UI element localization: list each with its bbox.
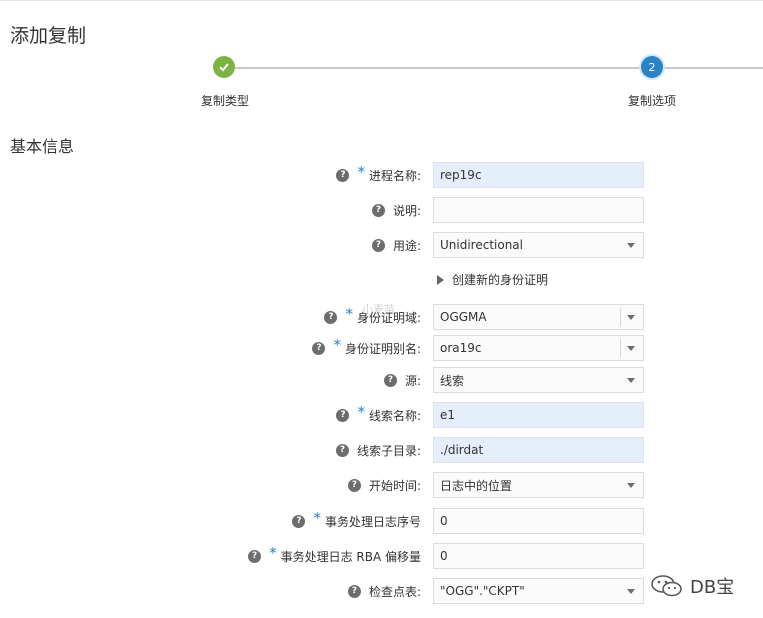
create-credential-label: 创建新的身份证明 — [452, 273, 549, 287]
required-icon: * — [333, 336, 341, 354]
train-connector-next — [663, 67, 763, 69]
credential-alias-value: ora19c — [440, 341, 482, 355]
step-1-done-check-icon[interactable] — [213, 56, 235, 78]
required-icon: * — [357, 163, 365, 181]
page-title: 添加复制 — [10, 25, 87, 47]
process-name-input[interactable]: rep19c — [433, 162, 644, 188]
source-value: 线索 — [440, 373, 465, 388]
row-description: ? 说明: — [0, 197, 763, 223]
credential-domain-label: 身份证明域: — [356, 310, 421, 325]
checkpoint-table-label: 检查点表: — [368, 584, 421, 599]
source-select[interactable]: 线索 — [433, 367, 644, 393]
trail-subdir-label: 线索子目录: — [356, 443, 421, 458]
help-icon[interactable]: ? — [336, 408, 350, 422]
row-checkpoint-table: ? 检查点表: "OGG"."CKPT" — [0, 578, 763, 604]
section-title: 基本信息 — [10, 137, 75, 156]
row-trail-name: ? * 线索名称: e1 — [0, 402, 763, 428]
start-time-select[interactable]: 日志中的位置 — [433, 472, 644, 498]
help-icon[interactable]: ? — [292, 514, 306, 528]
checkpoint-table-select[interactable]: "OGG"."CKPT" — [433, 578, 644, 604]
credential-alias-combobox[interactable]: ora19c — [433, 335, 644, 361]
start-time-value: 日志中的位置 — [440, 478, 513, 493]
chevron-down-icon — [627, 483, 635, 488]
expand-triangle-icon — [437, 274, 444, 285]
help-icon[interactable]: ? — [248, 549, 262, 563]
credential-domain-value: OGGMA — [440, 310, 487, 324]
brand-watermark: DB宝 — [650, 573, 734, 599]
top-border — [0, 0, 763, 1]
txn-log-seq-label: 事务处理日志序号 — [324, 514, 421, 529]
required-icon: * — [357, 403, 365, 421]
row-txn-log-seq: ? * 事务处理日志序号 0 — [0, 508, 763, 534]
checkpoint-table-value: "OGG"."CKPT" — [440, 584, 525, 598]
help-icon[interactable]: ? — [312, 341, 326, 355]
purpose-select[interactable]: Unidirectional — [433, 232, 644, 258]
txn-log-rba-input[interactable]: 0 — [433, 543, 644, 569]
row-purpose: ? 用途: Unidirectional — [0, 232, 763, 258]
source-label: 源: — [404, 373, 421, 388]
chevron-down-icon — [627, 378, 635, 383]
description-label: 说明: — [392, 203, 421, 218]
step-1-label: 复制类型 — [201, 94, 250, 108]
description-input[interactable] — [433, 197, 644, 223]
step-2-current[interactable]: 2 — [641, 56, 663, 78]
help-icon[interactable]: ? — [383, 373, 397, 387]
help-icon[interactable]: ? — [347, 584, 361, 598]
credential-domain-combobox[interactable]: OGGMA — [433, 304, 644, 330]
trail-subdir-input[interactable]: ./dirdat — [433, 437, 644, 463]
row-source: ? 源: 线索 — [0, 367, 763, 393]
help-icon[interactable]: ? — [336, 168, 350, 182]
purpose-value: Unidirectional — [440, 238, 523, 252]
step-2-label: 复制选项 — [628, 94, 677, 108]
chevron-down-icon[interactable] — [627, 315, 635, 320]
required-icon: * — [269, 544, 277, 562]
row-credential-domain: ? * 身份证明域: OGGMA — [0, 304, 763, 330]
chevron-down-icon[interactable] — [627, 346, 635, 351]
help-icon[interactable]: ? — [347, 478, 361, 492]
row-txn-log-rba: ? * 事务处理日志 RBA 偏移量 0 — [0, 543, 763, 569]
row-process-name: ? * 进程名称: rep19c — [0, 162, 763, 188]
combo-divider — [620, 339, 621, 357]
trail-name-label: 线索名称: — [368, 408, 421, 423]
start-time-label: 开始时间: — [368, 478, 421, 493]
row-credential-alias: ? * 身份证明别名: ora19c — [0, 335, 763, 361]
txn-log-seq-input[interactable]: 0 — [433, 508, 644, 534]
row-trail-subdir: ? 线索子目录: ./dirdat — [0, 437, 763, 463]
txn-log-rba-label: 事务处理日志 RBA 偏移量 — [280, 549, 421, 564]
brand-text: DB宝 — [690, 577, 735, 598]
help-icon[interactable]: ? — [371, 238, 385, 252]
help-icon[interactable]: ? — [324, 310, 338, 324]
trail-name-input[interactable]: e1 — [433, 402, 644, 428]
chevron-down-icon — [627, 243, 635, 248]
purpose-label: 用途: — [392, 238, 421, 253]
required-icon: * — [345, 305, 353, 323]
wechat-icon — [651, 575, 682, 597]
required-icon: * — [313, 509, 321, 527]
chevron-down-icon — [627, 589, 635, 594]
train-connector — [235, 67, 641, 69]
combo-divider — [620, 308, 621, 326]
process-name-label: 进程名称: — [368, 168, 421, 183]
credential-alias-label: 身份证明别名: — [344, 341, 421, 356]
help-icon[interactable]: ? — [371, 203, 385, 217]
row-start-time: ? 开始时间: 日志中的位置 — [0, 472, 763, 498]
help-icon[interactable]: ? — [335, 443, 349, 457]
create-credential-toggle[interactable]: 创建新的身份证明 — [437, 271, 548, 288]
